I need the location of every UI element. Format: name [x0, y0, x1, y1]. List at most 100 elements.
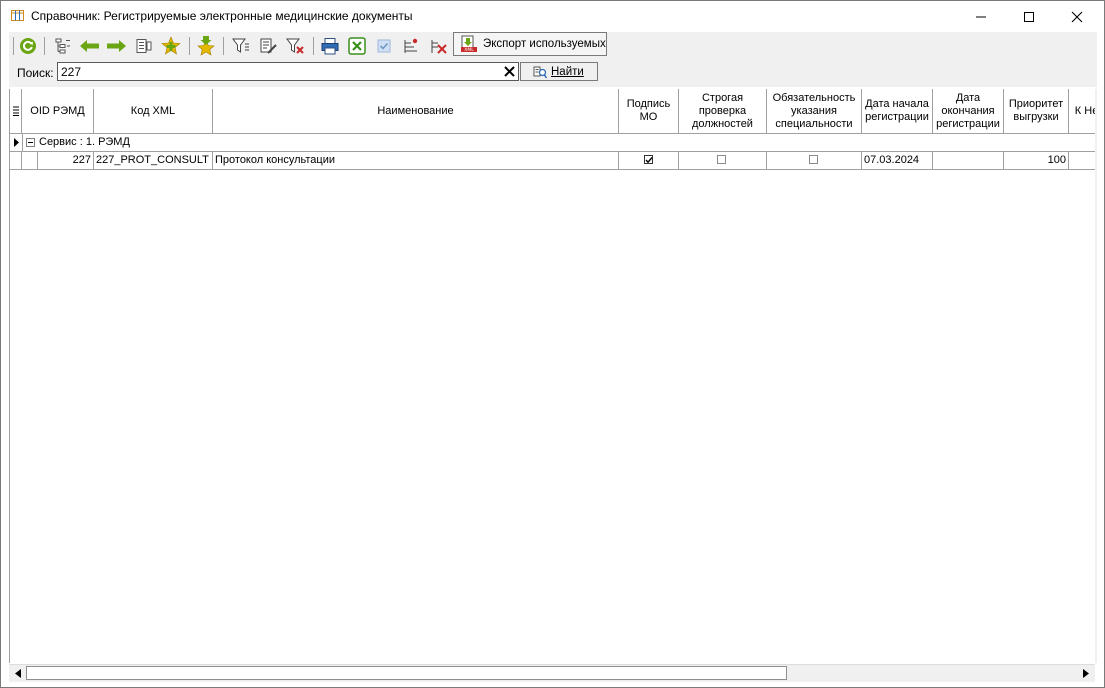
- scroll-left-button[interactable]: [10, 666, 25, 681]
- cell-specialty-required[interactable]: [767, 152, 862, 170]
- excel-export-button[interactable]: [346, 35, 368, 57]
- sort-icon: [404, 38, 418, 53]
- row-selector-header[interactable]: [10, 89, 22, 134]
- print-button[interactable]: [319, 35, 341, 57]
- column-menu-icon: [12, 106, 19, 116]
- arrow-right-icon: [107, 40, 126, 52]
- chevron-right-icon: [1082, 669, 1089, 678]
- cell-strict-check[interactable]: [679, 152, 767, 170]
- sort-button[interactable]: [400, 35, 422, 57]
- title-bar: Справочник: Регистрируемые электронные м…: [1, 1, 1104, 32]
- minus-icon: [28, 142, 33, 143]
- export-used-button[interactable]: XML Экспорт используемых: [453, 32, 607, 56]
- group-collapse-toggle[interactable]: [26, 138, 35, 147]
- add-button[interactable]: [160, 35, 182, 57]
- cell-partial[interactable]: [1069, 152, 1096, 170]
- find-label: Найти: [551, 65, 584, 78]
- plus-star-icon: [161, 36, 181, 55]
- find-binoculars-icon: [533, 66, 547, 78]
- favorite-download-button[interactable]: [195, 35, 217, 57]
- refresh-button[interactable]: [17, 35, 39, 57]
- find-button[interactable]: Найти: [520, 62, 598, 81]
- minimize-icon: [976, 16, 986, 17]
- back-button[interactable]: [79, 35, 101, 57]
- cell-end-date[interactable]: [933, 152, 1004, 170]
- maximize-button[interactable]: [1006, 1, 1052, 32]
- search-label: Поиск:: [17, 66, 54, 80]
- group-label: Сервис : 1. РЭМД: [39, 136, 130, 148]
- column-header-signature-mo[interactable]: Подпись МО: [619, 89, 679, 134]
- toolbar-separator: [189, 37, 190, 55]
- cell-name[interactable]: Протокол консультации: [213, 152, 619, 170]
- column-header-name[interactable]: Наименование: [213, 89, 619, 134]
- toolbar-separator: [13, 37, 14, 55]
- toolbar-separator: [313, 37, 314, 55]
- clear-sort-button[interactable]: [427, 35, 449, 57]
- column-header-strict-check[interactable]: Строгая проверка должностей: [679, 89, 767, 134]
- svg-text:XML: XML: [464, 47, 474, 53]
- signature-mo-checkbox[interactable]: [644, 155, 653, 164]
- cell-signature-mo[interactable]: [619, 152, 679, 170]
- toolbar: XML Экспорт используемых: [9, 32, 1097, 59]
- close-icon: [1071, 11, 1083, 22]
- filter-clear-icon: [286, 38, 304, 54]
- forward-button[interactable]: [105, 35, 127, 57]
- columns-button[interactable]: [133, 35, 155, 57]
- excel-icon: [348, 37, 366, 55]
- chevron-left-icon: [14, 669, 21, 678]
- toolbar-separator: [44, 37, 45, 55]
- horizontal-scrollbar[interactable]: [9, 664, 1095, 682]
- app-window: Справочник: Регистрируемые электронные м…: [0, 0, 1105, 688]
- columns-list-icon: [136, 39, 152, 53]
- clear-filter-button[interactable]: [284, 35, 306, 57]
- tree-view-button[interactable]: [52, 35, 74, 57]
- row-selector-cell[interactable]: [10, 152, 22, 170]
- filter-edit-icon: [260, 38, 277, 54]
- column-header-priority[interactable]: Приоритет выгрузки: [1004, 89, 1069, 134]
- sort-clear-icon: [431, 40, 447, 54]
- cell-priority[interactable]: 100: [1004, 152, 1069, 170]
- arrow-left-icon: [80, 40, 99, 52]
- filter-button[interactable]: [230, 35, 252, 57]
- column-header-oid[interactable]: OID РЭМД: [22, 89, 94, 134]
- edit-filter-button[interactable]: [257, 35, 279, 57]
- current-row-arrow-icon: [13, 138, 19, 147]
- window-title: Справочник: Регистрируемые электронные м…: [31, 9, 413, 23]
- column-header-end-date[interactable]: Дата окончания регистрации: [933, 89, 1004, 134]
- search-clear-button[interactable]: [502, 64, 517, 79]
- tree-list-icon: [55, 38, 70, 54]
- close-icon: [504, 66, 515, 77]
- export-used-label: Экспорт используемых: [483, 38, 606, 50]
- vertical-scroll-gutter: [1095, 89, 1097, 663]
- specialty-required-checkbox[interactable]: [809, 155, 818, 164]
- filter-icon: [232, 38, 249, 53]
- minimize-button[interactable]: [958, 1, 1004, 32]
- xml-export-icon: XML: [461, 35, 477, 53]
- printer-icon: [321, 38, 339, 55]
- scroll-right-button[interactable]: [1078, 666, 1093, 681]
- column-header-specialty-required[interactable]: Обязательность указания специальности: [767, 89, 862, 134]
- toolbar-separator: [223, 37, 224, 55]
- cell-oid[interactable]: 227: [38, 152, 94, 170]
- maximize-icon: [1024, 11, 1034, 22]
- group-row[interactable]: Сервис : 1. РЭМД: [10, 134, 1096, 152]
- column-header-start-date[interactable]: Дата начала регистрации: [862, 89, 933, 134]
- scrollbar-thumb[interactable]: [26, 666, 787, 680]
- column-header-partial[interactable]: К Нет: [1069, 89, 1096, 134]
- star-down-arrow-icon: [197, 36, 215, 56]
- check-button[interactable]: [373, 35, 395, 57]
- column-header-xml-code[interactable]: Код XML: [94, 89, 213, 134]
- cell-start-date[interactable]: 07.03.2024: [862, 152, 933, 170]
- row-indicator: [10, 134, 23, 151]
- checkbox-checked-icon: [377, 39, 391, 53]
- strict-check-checkbox[interactable]: [717, 155, 726, 164]
- search-input[interactable]: [57, 62, 519, 81]
- checkmark-icon: [645, 157, 653, 164]
- search-bar: Поиск: Найти: [9, 59, 1097, 87]
- data-grid: OID РЭМД Код XML Наименование Подпись МО…: [9, 89, 1096, 663]
- refresh-icon: [20, 38, 36, 54]
- group-indent-cell: [22, 152, 38, 170]
- table-icon: [11, 10, 24, 21]
- close-button[interactable]: [1054, 1, 1100, 32]
- cell-xml-code[interactable]: 227_PROT_CONSULT: [94, 152, 213, 170]
